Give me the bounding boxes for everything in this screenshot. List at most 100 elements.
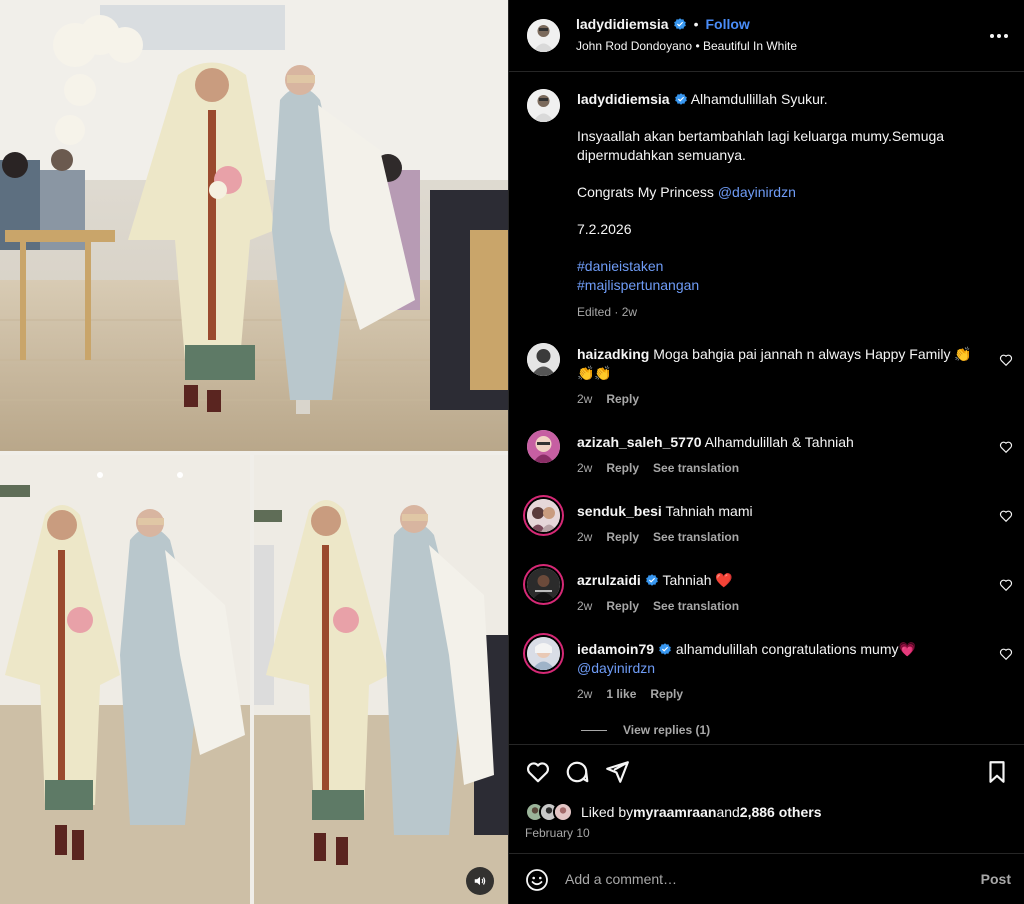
like-comment-heart-icon[interactable] — [999, 647, 1013, 661]
caption-date: 7.2.2026 — [577, 221, 632, 237]
more-options-button[interactable] — [987, 24, 1011, 48]
verified-badge-icon — [674, 93, 687, 105]
author-username[interactable]: ladydidiemsia — [576, 16, 669, 32]
post-header: ladydidiemsia • Follow John Rod Dondoyan… — [509, 0, 1024, 72]
audio-artist[interactable]: John Rod Dondoyano — [576, 39, 692, 53]
view-replies-line — [581, 729, 607, 731]
post-date[interactable]: February 10 — [525, 826, 590, 840]
like-comment-heart-icon[interactable] — [999, 353, 1013, 367]
view-replies-button[interactable]: View replies (1) — [581, 723, 710, 737]
post-actions: Liked by myraamraan and 2,886 others Feb… — [509, 744, 1024, 852]
speaker-icon — [474, 876, 486, 886]
commenter-username[interactable]: haizadking — [577, 346, 649, 362]
comment-input[interactable] — [565, 864, 945, 894]
reply-button[interactable]: Reply — [606, 461, 639, 475]
bookmark-icon[interactable] — [984, 759, 1010, 785]
liker-avatar — [553, 802, 573, 822]
commenter-username[interactable]: azizah_saleh_5770 — [577, 434, 702, 450]
photo-couple-smiling-left — [0, 455, 250, 904]
photo-couple-smiling-right — [254, 455, 508, 904]
view-replies-label: View replies (1) — [623, 723, 711, 737]
commenter-username[interactable]: iedamoin79 — [577, 641, 654, 657]
separator-dot: • — [693, 16, 699, 32]
comment-text: azizah_saleh_5770 Alhamdulillah & Tahnia… — [577, 433, 977, 452]
comment-meta: 2w 1 like Reply — [577, 687, 697, 701]
commenter-avatar[interactable] — [527, 430, 560, 463]
photo-couple-walking-aisle — [0, 0, 508, 451]
verified-badge-icon — [673, 18, 686, 30]
caption-line-1: Alhamdullillah Syukur. — [690, 91, 828, 107]
follow-button[interactable]: Follow — [706, 16, 750, 32]
reply-button[interactable]: Reply — [606, 599, 639, 613]
caption-body: ladydidiemsia Alhamdullillah Syukur. Ins… — [577, 90, 997, 322]
reply-button[interactable]: Reply — [606, 530, 639, 544]
see-translation-button[interactable]: See translation — [653, 461, 739, 475]
comment-text: iedamoin79 alhamdulillah congratulations… — [577, 640, 977, 678]
caption-username[interactable]: ladydidiemsia — [577, 91, 670, 107]
comment-text: senduk_besi Tahniah mami — [577, 502, 977, 521]
comment-mention[interactable]: @dayinirdzn — [577, 660, 655, 676]
caption-edited-meta: Edited · 2w — [577, 305, 638, 319]
hashtag-danieistaken[interactable]: #danieistaken — [577, 257, 997, 276]
comment-meta: 2w Reply See translation — [577, 461, 753, 475]
post-media[interactable] — [0, 0, 508, 904]
comment-meta: 2w Reply See translation — [577, 530, 753, 544]
caption-author-avatar[interactable] — [527, 89, 560, 122]
comment-body: Tahniah mami — [665, 503, 753, 519]
see-translation-button[interactable]: See translation — [653, 530, 739, 544]
caption-line-3: Congrats My Princess — [577, 184, 718, 200]
add-comment-bar: Post — [509, 853, 1024, 904]
commenter-avatar[interactable] — [527, 343, 560, 376]
comment-likes-count[interactable]: 1 like — [606, 687, 636, 701]
comments-list[interactable]: ladydidiemsia Alhamdullillah Syukur. Ins… — [509, 73, 1024, 743]
comment-meta: 2w Reply — [577, 392, 653, 406]
likes-middle: and — [716, 804, 740, 820]
author-line: ladydidiemsia • Follow — [576, 16, 750, 32]
audio-attribution[interactable]: John Rod Dondoyano • Beautiful In White — [576, 39, 797, 53]
verified-badge-icon — [645, 574, 658, 586]
see-translation-button[interactable]: See translation — [653, 599, 739, 613]
comment-time: 2w — [577, 530, 593, 544]
commenter-avatar-story[interactable] — [527, 637, 560, 670]
caption-mention[interactable]: @dayinirdzn — [718, 184, 796, 200]
comment-body: Alhamdulillah & Tahniah — [704, 434, 854, 450]
heart-icon[interactable] — [525, 759, 551, 785]
commenter-avatar-story[interactable] — [527, 499, 560, 532]
liked-by-user[interactable]: myraamraan — [633, 804, 716, 820]
reply-button[interactable]: Reply — [650, 687, 683, 701]
comment-time: 2w — [577, 461, 593, 475]
comment-icon[interactable] — [564, 759, 590, 785]
hashtag-majlispertunangan[interactable]: #majlispertunangan — [577, 276, 997, 295]
like-comment-heart-icon[interactable] — [999, 440, 1013, 454]
likes-prefix: Liked by — [581, 804, 634, 820]
author-avatar[interactable] — [527, 19, 560, 52]
audio-toggle-button[interactable] — [466, 867, 494, 895]
commenter-username[interactable]: senduk_besi — [577, 503, 662, 519]
share-icon[interactable] — [604, 759, 630, 785]
verified-badge-icon — [659, 643, 671, 655]
comment-time: 2w — [577, 599, 593, 613]
like-comment-heart-icon[interactable] — [999, 578, 1013, 592]
comment-body: alhamdulillah congratulations mumy💗 — [675, 641, 916, 657]
audio-song[interactable]: Beautiful In White — [703, 39, 797, 53]
comment-text: azrulzaidi Tahniah ❤️ — [577, 571, 977, 590]
likes-count[interactable]: 2,886 others — [740, 804, 822, 820]
comment-body: Tahniah ❤️ — [662, 572, 733, 588]
more-horizontal-icon — [990, 34, 1008, 38]
caption-line-2: Insyaallah akan bertambahlah lagi keluar… — [577, 128, 945, 163]
emoji-icon[interactable] — [525, 868, 549, 892]
like-comment-heart-icon[interactable] — [999, 509, 1013, 523]
instagram-post-modal: ladydidiemsia • Follow John Rod Dondoyan… — [0, 0, 1024, 904]
commenter-username[interactable]: azrulzaidi — [577, 572, 641, 588]
comment-time: 2w — [577, 687, 593, 701]
post-comment-button[interactable]: Post — [981, 871, 1011, 887]
audio-separator: • — [695, 39, 700, 53]
comment-text: haizadking Moga bahgia pai jannah n alwa… — [577, 345, 977, 383]
reply-button[interactable]: Reply — [606, 392, 639, 406]
post-details-panel: ladydidiemsia • Follow John Rod Dondoyan… — [508, 0, 1024, 904]
commenter-avatar-story[interactable] — [527, 568, 560, 601]
comment-meta: 2w Reply See translation — [577, 599, 753, 613]
comment-time: 2w — [577, 392, 593, 406]
likes-summary[interactable]: Liked by myraamraan and 2,886 others — [525, 802, 822, 822]
liker-avatars — [525, 802, 575, 822]
